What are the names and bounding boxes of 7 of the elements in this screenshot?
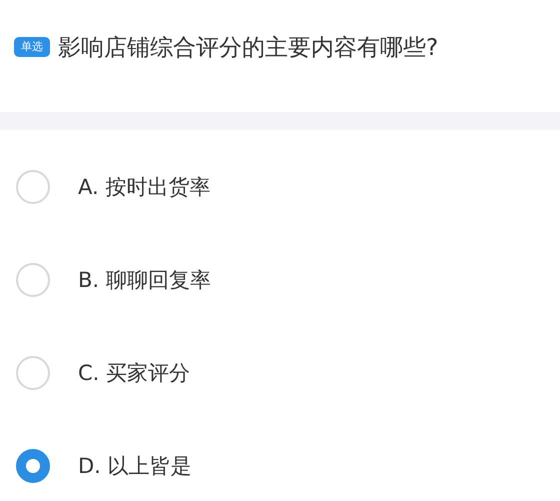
option-label[interactable]: B. 聊聊回复率 [78, 266, 211, 294]
question-type-badge: 单选 [14, 37, 50, 57]
option-label[interactable]: A. 按时出货率 [78, 172, 210, 200]
radio-button[interactable] [16, 448, 50, 482]
option-label[interactable]: C. 买家评分 [78, 358, 190, 386]
question-text: 影响店铺综合评分的主要内容有哪些? [58, 34, 438, 63]
option-label[interactable]: D. 以上皆是 [78, 452, 192, 480]
